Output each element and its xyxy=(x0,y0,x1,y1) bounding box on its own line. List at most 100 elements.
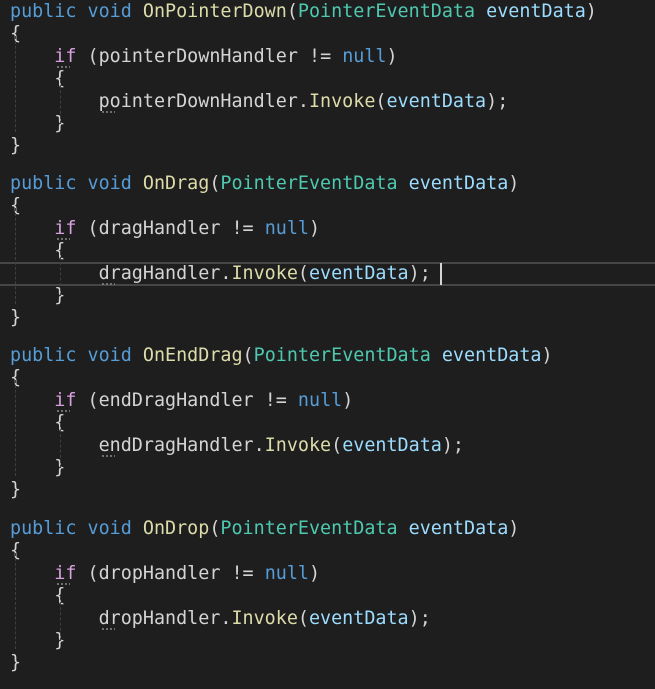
keyword-null: null xyxy=(342,46,387,67)
operator: != xyxy=(220,563,265,584)
brace-line: } xyxy=(10,134,21,158)
indent-guide xyxy=(60,597,61,641)
handler-name: dragHandler xyxy=(98,218,221,239)
keyword-public: public xyxy=(10,518,77,539)
inner-brace-line: } xyxy=(10,629,65,653)
method-signature-line: public void OnEndDrag(PointerEventData e… xyxy=(10,344,553,368)
suggestion-dots xyxy=(101,628,115,630)
invoke-method: Invoke xyxy=(308,91,376,112)
paren: ( xyxy=(76,390,99,411)
operator: != xyxy=(253,390,298,411)
keyword-null: null xyxy=(264,218,309,239)
param-name: eventData xyxy=(408,173,509,194)
method-name: OnDrag xyxy=(142,173,210,194)
suggestion-dots xyxy=(56,583,70,585)
invoke-method: Invoke xyxy=(231,608,298,629)
inner-brace-line: } xyxy=(10,456,65,480)
suggestion-dots xyxy=(56,410,70,412)
keyword-public: public xyxy=(10,345,77,366)
indent-guide xyxy=(60,80,61,124)
indent-guide xyxy=(15,380,16,476)
paren: ) xyxy=(309,218,321,239)
dot: . xyxy=(253,435,265,456)
close-brace: } xyxy=(10,135,22,156)
param-name: eventData xyxy=(342,435,442,456)
param-name: eventData xyxy=(441,345,542,366)
paren: ( xyxy=(297,608,309,629)
suggestion-dots xyxy=(56,66,70,68)
paren: ) xyxy=(541,345,553,366)
inner-brace-line: { xyxy=(10,67,65,91)
invoke-method: Invoke xyxy=(264,435,332,456)
paren: ( xyxy=(76,563,99,584)
param-type: PointerEventData xyxy=(220,173,398,194)
handler-name: pointerDownHandler xyxy=(98,91,298,112)
invoke-line: dropHandler.Invoke(eventData); xyxy=(10,607,431,631)
brace-line: } xyxy=(10,651,21,675)
paren: ) xyxy=(508,173,520,194)
suggestion-dots xyxy=(101,283,115,285)
param-name: eventData xyxy=(408,518,509,539)
param-type: PointerEventData xyxy=(220,518,398,539)
paren: ( xyxy=(209,173,221,194)
paren: ( xyxy=(286,1,298,22)
paren: ( xyxy=(375,91,387,112)
operator: != xyxy=(297,46,343,67)
keyword-null: null xyxy=(297,390,343,411)
operator: != xyxy=(220,218,265,239)
code-editor[interactable]: public void OnPointerDown(PointerEventDa… xyxy=(0,0,655,689)
paren: ) xyxy=(309,563,321,584)
method-signature-line: public void OnDrop(PointerEventData even… xyxy=(10,517,519,541)
keyword-if: if xyxy=(54,218,77,239)
inner-brace-line: { xyxy=(10,584,65,608)
paren: ( xyxy=(331,435,343,456)
handler-name: pointerDownHandler xyxy=(98,46,298,67)
paren: ( xyxy=(242,345,254,366)
keyword-public: public xyxy=(10,1,77,22)
paren: ( xyxy=(76,218,99,239)
inner-brace-line: { xyxy=(10,411,65,435)
method-name: OnPointerDown xyxy=(142,1,287,22)
handler-name: endDragHandler xyxy=(98,435,254,456)
paren: ( xyxy=(76,46,99,67)
dot: . xyxy=(297,91,309,112)
indent-guide xyxy=(60,252,61,296)
keyword-void: void xyxy=(87,518,132,539)
handler-name: dropHandler xyxy=(98,563,221,584)
paren: ); xyxy=(408,608,431,629)
paren: ( xyxy=(209,518,221,539)
keyword-if: if xyxy=(54,390,77,411)
param-name: eventData xyxy=(308,608,409,629)
indent-guide xyxy=(15,553,16,649)
param-name: eventData xyxy=(486,1,586,22)
close-brace: } xyxy=(10,307,22,328)
method-name: OnDrop xyxy=(142,518,210,539)
paren: ) xyxy=(585,1,597,22)
invoke-line: dragHandler.Invoke(eventData); xyxy=(10,262,431,286)
keyword-null: null xyxy=(264,563,309,584)
suggestion-dots xyxy=(101,111,115,113)
inner-brace-line: } xyxy=(10,112,65,136)
close-brace: } xyxy=(10,479,22,500)
text-cursor xyxy=(440,263,442,285)
indent-guide xyxy=(15,208,16,304)
param-type: PointerEventData xyxy=(253,345,431,366)
paren: ); xyxy=(441,435,464,456)
